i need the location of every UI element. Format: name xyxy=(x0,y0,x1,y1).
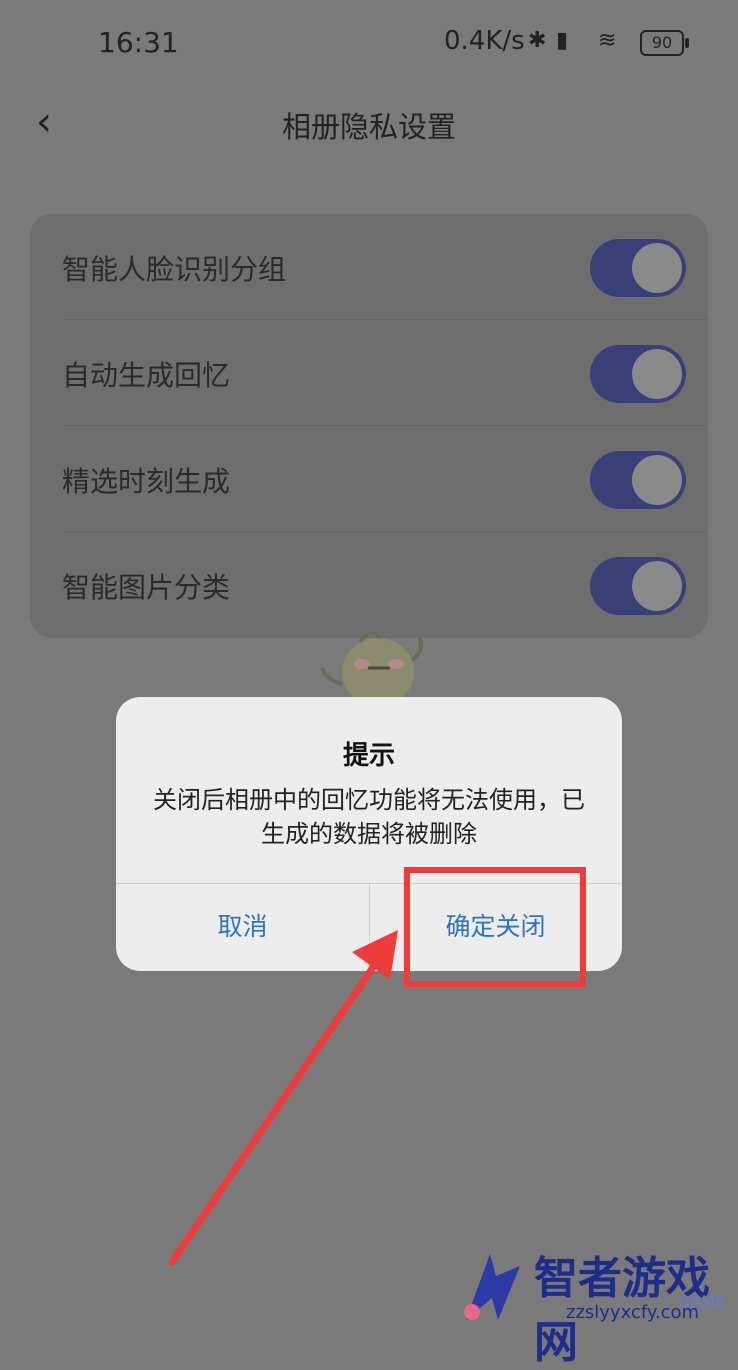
toggle-knob xyxy=(632,455,682,505)
auto-memories-toggle[interactable] xyxy=(590,345,686,403)
bluetooth-icon: ✱ xyxy=(528,28,547,53)
image-classification-toggle[interactable] xyxy=(590,557,686,615)
setting-row-auto-memories[interactable]: 自动生成回忆 xyxy=(30,320,708,426)
dialog-message: 关闭后相册中的回忆功能将无法使用，已生成的数据将被删除 xyxy=(153,786,585,848)
dialog-title: 提示 xyxy=(342,741,395,771)
highlight-box xyxy=(404,867,586,987)
toggle-knob xyxy=(632,349,682,399)
watermark-tag: GAME xyxy=(678,1292,726,1311)
page-title: 相册隐私设置 xyxy=(281,110,456,144)
face-grouping-toggle[interactable] xyxy=(590,239,686,297)
cancel-button[interactable]: 取消 xyxy=(116,883,369,971)
setting-label: 智能人脸识别分组 xyxy=(62,253,287,286)
setting-row-image-classification[interactable]: 智能图片分类 xyxy=(30,532,708,638)
navigation-bar: ‹ 相册隐私设置 xyxy=(0,90,738,160)
signal-icon: ▮ xyxy=(556,28,569,53)
toggle-knob xyxy=(632,243,682,293)
wifi-icon: ≋ xyxy=(598,28,617,53)
toggle-knob xyxy=(632,561,682,611)
settings-card: 智能人脸识别分组 自动生成回忆 精选时刻生成 智能图片分类 xyxy=(30,214,708,638)
status-time: 16:31 xyxy=(98,26,179,59)
highlights-toggle[interactable] xyxy=(590,451,686,509)
status-bar: 16:31 0.4K/s ✱ ▮ ≋ 90 xyxy=(0,0,738,90)
setting-row-face-grouping[interactable]: 智能人脸识别分组 xyxy=(30,214,708,320)
watermark: 智者游戏网 zzslyyxcfy.com GAME xyxy=(456,1236,738,1368)
watermark-logo-icon xyxy=(464,1254,520,1320)
setting-label: 自动生成回忆 xyxy=(62,359,231,392)
setting-label: 智能图片分类 xyxy=(62,571,231,604)
battery-indicator: 90 xyxy=(640,30,689,56)
setting-label: 精选时刻生成 xyxy=(62,465,231,498)
network-speed: 0.4K/s xyxy=(444,26,525,56)
setting-row-highlights[interactable]: 精选时刻生成 xyxy=(30,426,708,532)
